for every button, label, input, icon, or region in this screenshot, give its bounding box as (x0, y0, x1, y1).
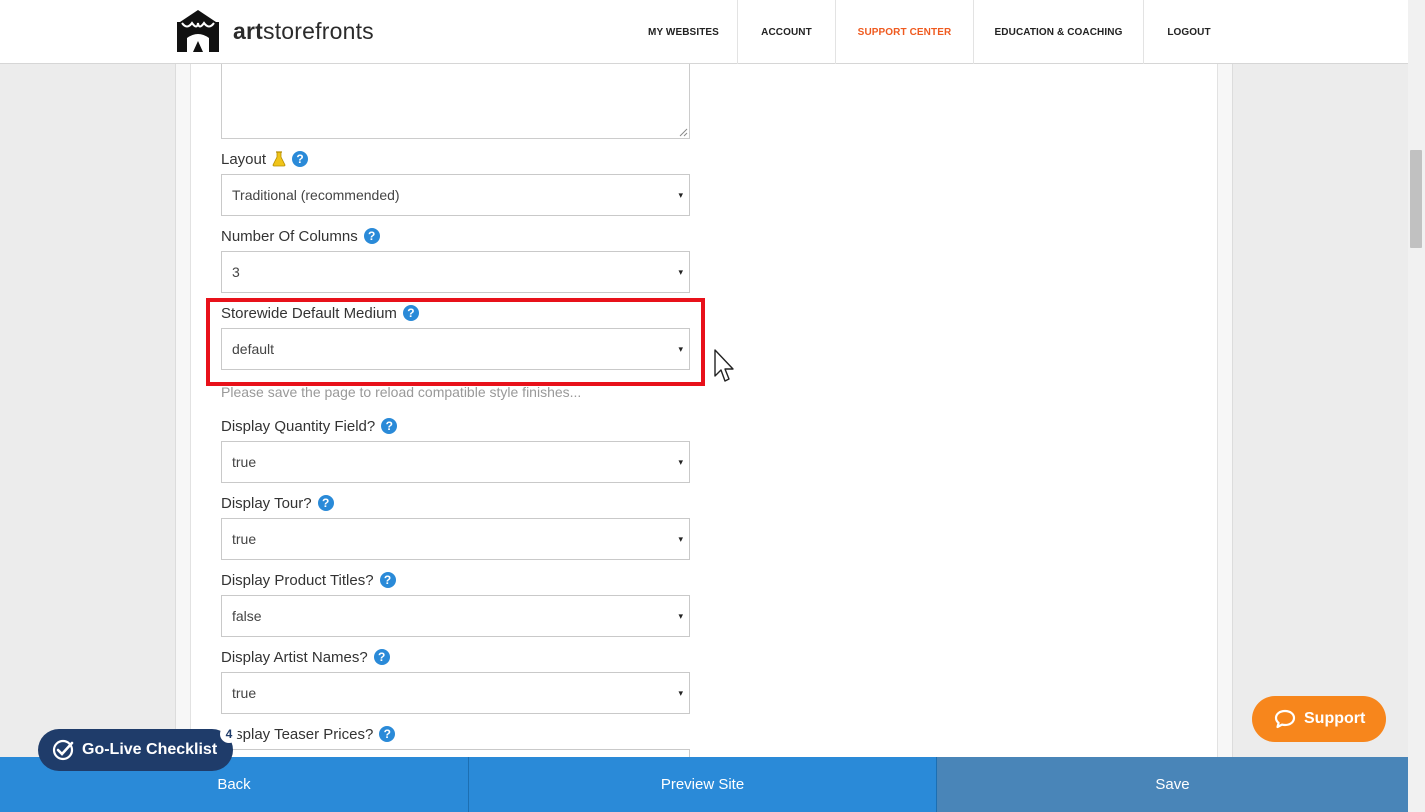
artists-label-text: Display Artist Names? (221, 648, 368, 666)
save-button[interactable]: Save (937, 757, 1408, 812)
titles-help-icon[interactable]: ? (379, 572, 396, 588)
columns-select[interactable]: 3 ▾ (221, 251, 690, 293)
caret-down-icon: ▾ (678, 190, 683, 200)
layout-select[interactable]: Traditional (recommended) ▾ (221, 174, 690, 216)
nav-support-center[interactable]: SUPPORT CENTER (836, 0, 974, 64)
artists-select[interactable]: true ▾ (221, 672, 690, 714)
teaser-help-icon[interactable]: ? (379, 726, 396, 742)
teaser-label-text: Display Teaser Prices? (221, 725, 374, 743)
checklist-count-badge: 4 (220, 725, 238, 743)
tour-help-icon[interactable]: ? (317, 495, 334, 511)
caret-down-icon: ▾ (678, 534, 683, 544)
layout-label-text: Layout (221, 150, 267, 168)
layout-label: Layout ? (221, 149, 309, 169)
artists-label: Display Artist Names? ? (221, 647, 390, 667)
scrollbar-track[interactable] (1408, 0, 1425, 812)
tour-select[interactable]: true ▾ (221, 518, 690, 560)
tour-value: true (232, 531, 257, 547)
titles-select[interactable]: false ▾ (221, 595, 690, 637)
layout-value: Traditional (recommended) (232, 187, 400, 203)
support-chat-button[interactable]: Support (1252, 696, 1386, 742)
nav-account[interactable]: ACCOUNT (738, 0, 836, 64)
go-live-checklist-button[interactable]: Go-Live Checklist (38, 729, 233, 771)
chat-bubble-icon (1274, 709, 1296, 729)
resize-handle-icon[interactable] (679, 128, 688, 137)
columns-label-text: Number Of Columns (221, 227, 358, 245)
columns-help-icon[interactable]: ? (363, 228, 380, 244)
scrollbar-thumb[interactable] (1410, 150, 1422, 248)
layout-help-icon[interactable]: ? (292, 151, 309, 167)
quantity-label: Display Quantity Field? ? (221, 416, 398, 436)
top-header: artstorefronts MY WEBSITES ACCOUNT SUPPO… (0, 0, 1408, 64)
quantity-help-icon[interactable]: ? (381, 418, 398, 434)
caret-down-icon: ▾ (678, 688, 683, 698)
artstorefronts-logo[interactable]: artstorefronts (173, 8, 374, 54)
nav-education-coaching[interactable]: EDUCATION & COACHING (974, 0, 1144, 64)
nav-logout[interactable]: LOGOUT (1144, 0, 1234, 64)
teaser-label: Display Teaser Prices? ? (221, 724, 396, 744)
medium-hint: Please save the page to reload compatibl… (221, 384, 582, 400)
support-label: Support (1304, 710, 1366, 727)
mouse-pointer-icon (714, 349, 734, 382)
preview-site-button[interactable]: Preview Site (469, 757, 937, 812)
tour-label-text: Display Tour? (221, 494, 312, 512)
caret-down-icon: ▾ (678, 267, 683, 277)
logo-text: artstorefronts (233, 17, 374, 44)
storefront-logo-icon (177, 10, 219, 52)
quantity-value: true (232, 454, 257, 470)
description-textarea[interactable] (221, 64, 690, 139)
go-live-checklist-label: Go-Live Checklist (82, 741, 218, 758)
flask-icon (272, 151, 286, 167)
quantity-label-text: Display Quantity Field? (221, 417, 376, 435)
nav-my-websites[interactable]: MY WEBSITES (630, 0, 738, 64)
columns-label: Number Of Columns ? (221, 226, 380, 246)
artists-value: true (232, 685, 257, 701)
tour-label: Display Tour? ? (221, 493, 334, 513)
titles-label: Display Product Titles? ? (221, 570, 396, 590)
artists-help-icon[interactable]: ? (373, 649, 390, 665)
titles-value: false (232, 608, 262, 624)
check-circle-icon (52, 739, 74, 761)
columns-value: 3 (232, 264, 240, 280)
titles-label-text: Display Product Titles? (221, 571, 374, 589)
caret-down-icon: ▾ (678, 611, 683, 621)
quantity-select[interactable]: true ▾ (221, 441, 690, 483)
highlight-box (206, 298, 705, 386)
caret-down-icon: ▾ (678, 457, 683, 467)
